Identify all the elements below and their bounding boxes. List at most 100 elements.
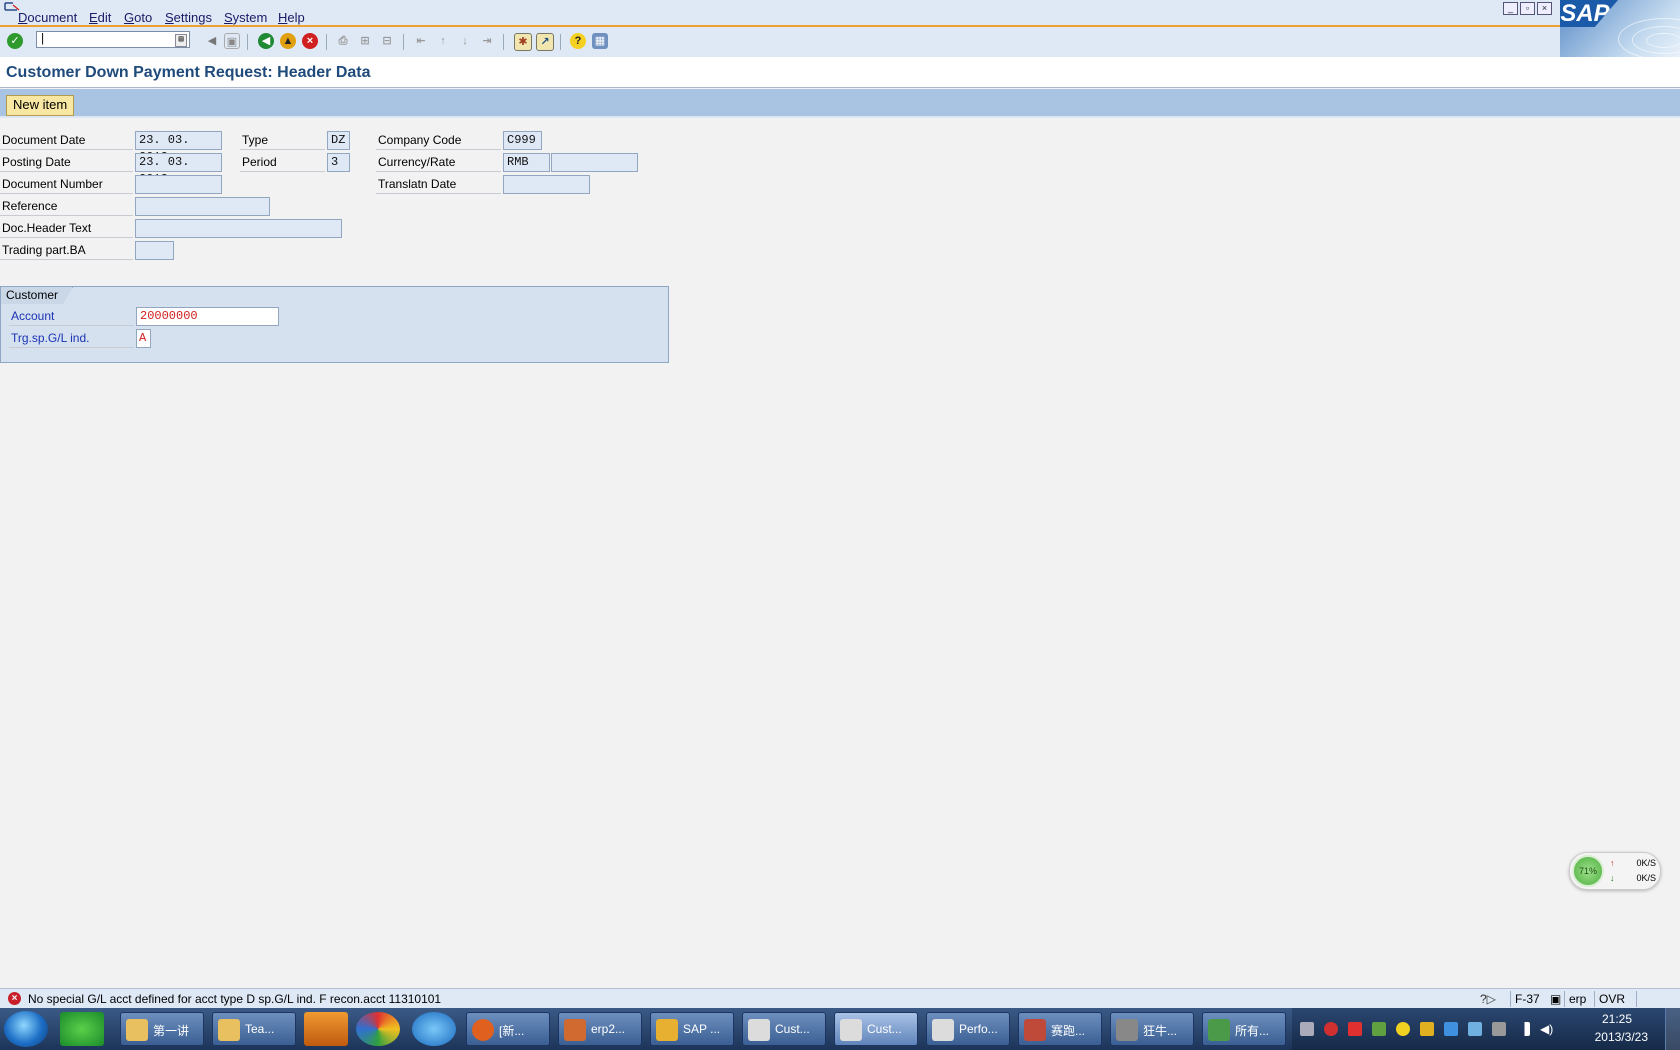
tray-app-icon[interactable] <box>1372 1022 1386 1036</box>
volume-icon[interactable]: ◀) <box>1540 1022 1554 1036</box>
security-icon[interactable] <box>1348 1022 1362 1036</box>
command-history-dropdown-icon[interactable]: ▤ <box>175 34 187 47</box>
menu-document[interactable]: Document <box>18 10 77 25</box>
show-desktop-button[interactable] <box>1665 1008 1680 1050</box>
posting-date-field[interactable]: 23. 03. 2013 <box>135 153 222 186</box>
command-field-value: | <box>39 32 47 46</box>
disconnected-icon[interactable] <box>1492 1022 1506 1036</box>
windows-taskbar: 第一讲 Tea... [新... erp2... SAP ... Cust...… <box>0 1008 1680 1050</box>
taskbar-item-label: 赛跑... <box>1051 1024 1086 1038</box>
period-label: Period <box>240 153 325 172</box>
new-item-button[interactable]: New item <box>6 95 75 116</box>
system-menu-icon[interactable] <box>3 0 23 11</box>
save-icon[interactable]: ▣ <box>224 33 240 49</box>
document-date-field[interactable]: 23. 03. 2013 <box>135 131 222 164</box>
taskbar-item-label: 狂牛... <box>1143 1024 1178 1038</box>
type-field[interactable]: DZ <box>327 131 350 150</box>
reference-field[interactable] <box>135 197 270 216</box>
exchange-rate-field[interactable] <box>551 153 638 172</box>
previous-page-icon[interactable]: ↑ <box>435 33 451 49</box>
menu-edit[interactable]: Edit <box>89 10 111 25</box>
insert-mode[interactable]: OVR <box>1594 991 1629 1007</box>
start-button[interactable] <box>4 1011 48 1047</box>
generate-shortcut-icon[interactable]: ↗ <box>536 33 554 51</box>
session-info-icon[interactable]: ▣ <box>1546 991 1565 1007</box>
cancel-icon[interactable]: × <box>302 33 318 49</box>
find-icon[interactable]: ⊞ <box>357 33 373 49</box>
menu-help[interactable]: Help <box>278 10 305 25</box>
taskbar-item[interactable]: 所有... <box>1202 1012 1286 1046</box>
taskbar-item[interactable]: 第一讲 <box>120 1012 204 1046</box>
first-page-icon[interactable]: ⇤ <box>413 33 429 49</box>
enter-check-icon[interactable]: ✓ <box>7 33 23 49</box>
media-player-icon[interactable] <box>304 1012 348 1046</box>
currency-field[interactable]: RMB <box>503 153 550 172</box>
clock-time[interactable]: 21:25 <box>1602 1012 1632 1026</box>
minimize-icon[interactable]: _ <box>1503 2 1518 15</box>
print-icon[interactable]: ⎙ <box>335 33 351 49</box>
trg-sp-gl-ind-field[interactable]: A <box>136 329 151 348</box>
exit-icon[interactable]: ▲ <box>280 33 296 49</box>
menu-goto[interactable]: Goto <box>124 10 152 25</box>
back-triangle-icon[interactable]: ◀ <box>204 33 220 49</box>
network-speed-widget[interactable]: 71% ↑ 0K/S ↓ 0K/S <box>1569 852 1661 890</box>
next-page-icon[interactable]: ↓ <box>457 33 473 49</box>
chat-icon <box>1024 1019 1046 1041</box>
error-icon: × <box>8 992 21 1005</box>
translatn-date-field[interactable] <box>503 175 590 194</box>
clock-date[interactable]: 2013/3/23 <box>1595 1030 1648 1044</box>
taskbar-item[interactable]: 赛跑... <box>1018 1012 1102 1046</box>
menu-help-label: elp <box>287 10 305 25</box>
document-number-label: Document Number <box>0 175 133 194</box>
status-message[interactable]: No special G/L acct defined for acct typ… <box>28 992 441 1006</box>
taskbar-item[interactable]: SAP ... <box>650 1012 734 1046</box>
trading-part-ba-field[interactable] <box>135 241 174 260</box>
doc-header-text-field[interactable] <box>135 219 342 238</box>
document-number-field[interactable] <box>135 175 222 194</box>
period-field[interactable]: 3 <box>327 153 350 172</box>
trg-sp-gl-ind-label[interactable]: Trg.sp.G/L ind. <box>9 329 134 348</box>
restore-icon[interactable]: ▫ <box>1520 2 1535 15</box>
find-next-icon[interactable]: ⊟ <box>379 33 395 49</box>
help-icon[interactable]: ? <box>570 33 586 49</box>
ie-icon[interactable] <box>412 1012 456 1046</box>
taskbar-item[interactable]: [新... <box>466 1012 550 1046</box>
status-info-icon[interactable]: ?▷ <box>1476 991 1500 1007</box>
back-green-icon[interactable]: ◀ <box>258 33 274 49</box>
update-icon[interactable] <box>1396 1022 1410 1036</box>
taskbar-item-label: 所有... <box>1235 1024 1270 1038</box>
menu-system-label: ystem <box>232 10 268 25</box>
chrome-icon[interactable] <box>356 1012 400 1046</box>
taskbar-item[interactable]: 狂牛... <box>1110 1012 1194 1046</box>
toolbar-separator <box>560 34 561 50</box>
pinned-app-icon[interactable] <box>60 1012 104 1046</box>
taskbar-item[interactable]: Perfo... <box>926 1012 1010 1046</box>
keyboard-icon[interactable] <box>1300 1022 1314 1036</box>
account-field[interactable]: 20000000 <box>136 307 279 326</box>
last-page-icon[interactable]: ⇥ <box>479 33 495 49</box>
folder-sync-icon[interactable] <box>1420 1022 1434 1036</box>
network-share-icon[interactable] <box>1444 1022 1458 1036</box>
menu-bar: Document Edit Goto Settings System Help <box>0 0 1680 27</box>
taskbar-item-active[interactable]: Cust... <box>834 1012 918 1046</box>
sap-window-icon <box>748 1019 770 1041</box>
upload-speed: 0K/S <box>1636 858 1656 868</box>
command-field[interactable]: | ▤ <box>36 31 190 48</box>
flag-icon[interactable] <box>1468 1022 1482 1036</box>
menu-document-label: ocument <box>27 10 78 25</box>
menu-system[interactable]: System <box>224 10 267 25</box>
menu-settings[interactable]: Settings <box>165 10 212 25</box>
taskbar-item[interactable]: Cust... <box>742 1012 826 1046</box>
close-icon[interactable]: × <box>1537 2 1552 15</box>
signal-icon[interactable] <box>1516 1022 1530 1036</box>
antivirus-icon[interactable] <box>1324 1022 1338 1036</box>
doc-header-text-label: Doc.Header Text <box>0 219 133 238</box>
toolbar-separator <box>247 34 248 50</box>
layout-menu-icon[interactable]: ▦ <box>592 33 608 49</box>
company-code-field[interactable]: C999 <box>503 131 542 150</box>
taskbar-item[interactable]: erp2... <box>558 1012 642 1046</box>
account-label[interactable]: Account <box>9 307 134 326</box>
taskbar-item-label: [新... <box>499 1024 525 1038</box>
taskbar-item[interactable]: Tea... <box>212 1012 296 1046</box>
create-session-icon[interactable]: ✱ <box>514 33 532 51</box>
